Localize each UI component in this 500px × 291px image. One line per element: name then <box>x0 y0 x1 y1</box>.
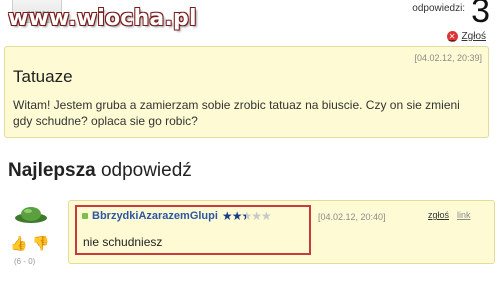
status-dot-icon <box>82 213 88 219</box>
answer-date: [04.02.12, 20:40] <box>318 212 386 222</box>
permalink[interactable]: link <box>457 210 471 220</box>
watermark: www.wiocha.pl <box>8 6 197 31</box>
answer-links: zgłoś link <box>428 210 471 220</box>
report-answer-link[interactable]: zgłoś <box>428 210 449 220</box>
answers-count-number: 3 <box>471 0 490 30</box>
question-title: Tatuaze <box>13 67 73 86</box>
vote-count: (6 - 0) <box>14 257 36 266</box>
question-body: Witam! Jestem gruba a zamierzam sobie zr… <box>13 98 460 128</box>
star-icon: ★ <box>221 209 233 223</box>
answer-text: nie schudniesz <box>83 235 163 249</box>
answers-count-label: odpowiedzi: <box>412 3 466 14</box>
answer-author-link[interactable]: BbrzydkiAzarazemGlupi <box>92 210 218 222</box>
star-icon: ★ <box>251 209 262 223</box>
rating-stars: ★★★★★ <box>221 209 272 223</box>
best-answer-heading: Najlepsza odpowiedź <box>8 160 192 182</box>
star-icon: ★ <box>260 209 272 223</box>
answers-count: odpowiedzi: 3 <box>412 0 490 28</box>
report-question-label: Zgłoś <box>461 31 486 42</box>
question-box: [04.02.12, 20:39] Tatuaze Witam! Jestem … <box>4 46 489 138</box>
question-date: [04.02.12, 20:39] <box>414 53 482 63</box>
thumb-up-icon[interactable]: 👍 <box>10 235 27 251</box>
answer-author-line: BbrzydkiAzarazemGlupi ★★★★★ <box>82 209 272 223</box>
star-half-icon: ★ <box>241 209 252 223</box>
report-question-link[interactable]: ✕ Zgłoś <box>446 31 486 42</box>
report-icon: ✕ <box>446 31 458 42</box>
best-answer-heading-rest: odpowiedź <box>100 160 192 181</box>
answerer-avatar-icon[interactable] <box>14 205 48 225</box>
star-icon: ★ <box>231 209 243 223</box>
thumb-down-icon[interactable]: 👎 <box>32 235 49 251</box>
best-answer-heading-bold: Najlepsza <box>8 160 96 181</box>
